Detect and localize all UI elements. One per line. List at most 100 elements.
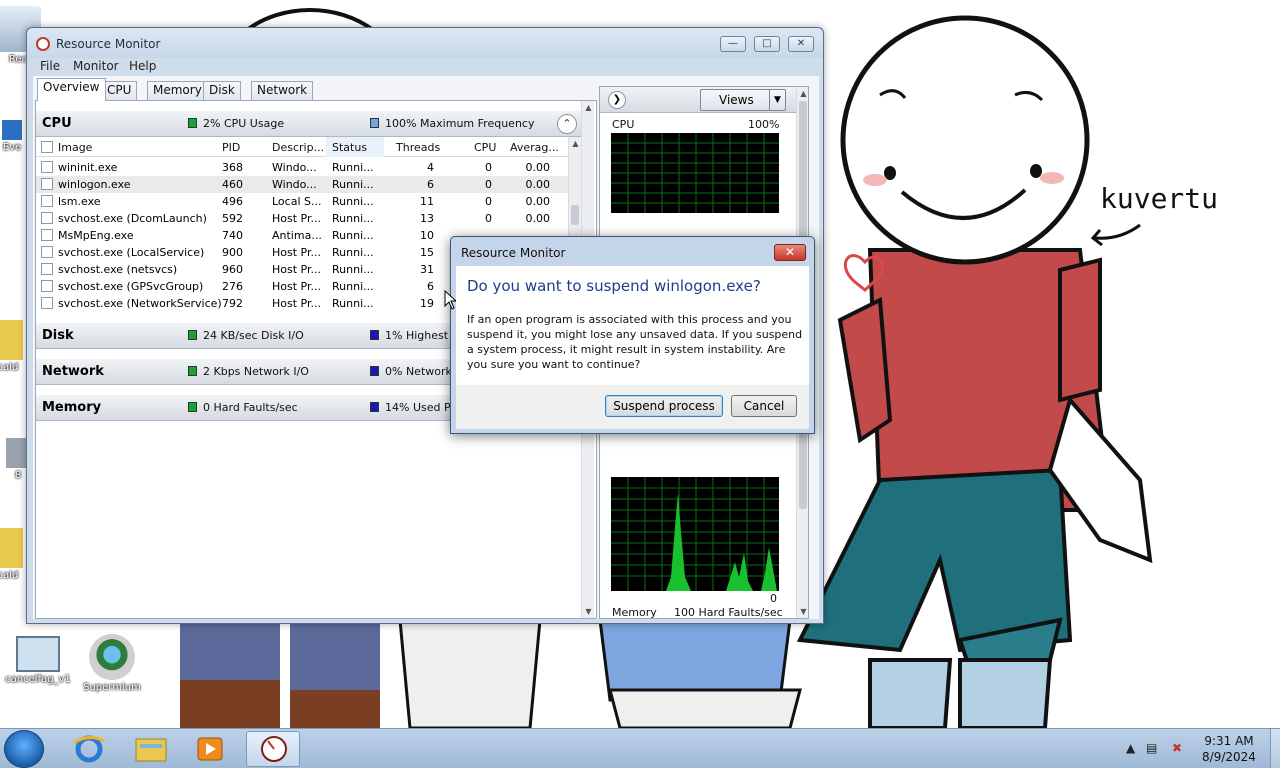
row-checkbox[interactable]	[41, 212, 53, 224]
start-button[interactable]	[4, 730, 44, 768]
cell-description: Host Pr...	[272, 297, 321, 310]
green-indicator-icon	[188, 402, 197, 412]
row-checkbox[interactable]	[41, 297, 53, 309]
clock-date[interactable]: 8/9/2024	[1194, 750, 1264, 764]
taskbar-file-explorer[interactable]	[124, 731, 178, 767]
collapse-graphs-button[interactable]: ❯	[608, 91, 626, 109]
suspend-process-button[interactable]: Suspend process	[605, 395, 723, 417]
cancel-button[interactable]: Cancel	[731, 395, 797, 417]
row-checkbox[interactable]	[41, 178, 53, 190]
cell-pid: 276	[222, 280, 243, 293]
network-status-icon[interactable]: ▤	[1146, 741, 1157, 755]
memory-used-text: 14% Used Ph	[385, 401, 458, 414]
table-row[interactable]: lsm.exe 496 Local S... Runni... 11 0 0.00	[36, 193, 569, 210]
taskbar-internet-explorer[interactable]	[62, 731, 116, 767]
shortcut-icon	[2, 120, 22, 140]
taskbar-media-player[interactable]	[184, 731, 238, 767]
disk-io-stat: 24 KB/sec Disk I/O	[188, 329, 304, 342]
cell-threads: 31	[420, 263, 434, 276]
scroll-up-arrow-icon[interactable]: ▲	[582, 101, 595, 114]
disk-active-stat: 1% Highest A	[370, 329, 459, 342]
desktop-icon-supermium[interactable]: Supermium	[74, 634, 150, 693]
scroll-down-arrow-icon[interactable]: ▼	[582, 605, 595, 618]
cell-threads: 19	[420, 297, 434, 310]
show-hidden-icons-icon[interactable]: ▲	[1126, 741, 1135, 755]
cell-image: wininit.exe	[58, 161, 118, 174]
disk-section-title: Disk	[42, 328, 74, 343]
column-description[interactable]: Descrip...	[272, 141, 324, 154]
scroll-down-arrow-icon[interactable]: ▼	[797, 605, 808, 618]
tab-bar: Overview CPU Memory Disk Network	[35, 78, 595, 101]
menu-help[interactable]: Help	[129, 59, 156, 73]
row-checkbox[interactable]	[41, 263, 53, 275]
close-button[interactable]: ✕	[788, 36, 814, 52]
column-threads[interactable]: Threads	[396, 141, 440, 154]
clock-time[interactable]: 9:31 AM	[1194, 734, 1264, 748]
memory-graph-label: Memory	[612, 606, 657, 619]
media-player-icon	[197, 737, 223, 761]
dialog-close-button[interactable]: ✕	[774, 244, 806, 261]
internet-explorer-icon	[73, 735, 105, 763]
show-desktop-button[interactable]	[1270, 729, 1280, 768]
tab-network[interactable]: Network	[251, 81, 314, 100]
table-row[interactable]: svchost.exe (DcomLaunch) 592 Host Pr... Run…	[36, 210, 569, 227]
cell-cpu: 0	[485, 161, 492, 174]
desktop-icon-label: cald	[0, 570, 19, 581]
column-status[interactable]: Status	[326, 137, 384, 157]
desktop-icon-label: 8	[14, 470, 22, 481]
scroll-thumb[interactable]	[571, 205, 579, 225]
cell-pid: 792	[222, 297, 243, 310]
scroll-up-arrow-icon[interactable]: ▲	[797, 87, 808, 100]
cell-description: Antima...	[272, 229, 322, 242]
tab-disk[interactable]: Disk	[203, 81, 241, 100]
cell-threads: 15	[420, 246, 434, 259]
table-row[interactable]: winlogon.exe 460 Windo... Runni... 6 0 0.00	[36, 176, 569, 193]
row-checkbox[interactable]	[41, 280, 53, 292]
table-row[interactable]: wininit.exe 368 Windo... Runni... 4 0 0.00	[36, 159, 569, 176]
cell-status: Runni...	[332, 229, 374, 242]
column-pid[interactable]: PID	[222, 141, 240, 154]
menu-file[interactable]: File	[40, 59, 60, 73]
tab-overview[interactable]: Overview	[37, 78, 106, 101]
row-checkbox[interactable]	[41, 246, 53, 258]
views-dropdown[interactable]: Views ▼	[700, 89, 786, 111]
views-label: Views	[719, 93, 754, 107]
cell-threads: 6	[427, 280, 434, 293]
row-checkbox[interactable]	[41, 161, 53, 173]
cell-average: 0.00	[525, 212, 551, 225]
column-cpu[interactable]: CPU	[474, 141, 496, 154]
cell-average: 0.00	[525, 161, 551, 174]
memory-faults-stat: 0 Hard Faults/sec	[188, 401, 298, 414]
graph-pane-header: ❯ Views ▼	[600, 87, 796, 113]
disk-io-text: 24 KB/sec Disk I/O	[203, 329, 304, 342]
maximize-button[interactable]: □	[754, 36, 780, 52]
column-image[interactable]: Image	[58, 141, 92, 154]
cell-description: Host Pr...	[272, 212, 321, 225]
cell-status: Runni...	[332, 212, 374, 225]
column-average[interactable]: Averag...	[510, 141, 559, 154]
row-checkbox[interactable]	[41, 229, 53, 241]
tab-cpu[interactable]: CPU	[101, 81, 138, 100]
disk-active-text: 1% Highest A	[385, 329, 460, 342]
memory-used-stat: 14% Used Ph	[370, 401, 458, 414]
cell-status: Runni...	[332, 195, 374, 208]
minimize-button[interactable]: —	[720, 36, 746, 52]
blue-indicator-icon	[370, 330, 379, 340]
tab-memory[interactable]: Memory	[147, 81, 208, 100]
cell-pid: 460	[222, 178, 243, 191]
row-checkbox[interactable]	[41, 195, 53, 207]
network-graph-min: 0	[770, 592, 777, 605]
cell-description: Host Pr...	[272, 280, 321, 293]
menu-monitor[interactable]: Monitor	[73, 59, 119, 73]
screenshot-file-icon	[16, 636, 60, 672]
taskbar-resource-monitor[interactable]	[246, 731, 300, 767]
cpu-graph-max: 100%	[748, 118, 780, 131]
volume-muted-icon[interactable]: ✖	[1172, 741, 1182, 755]
taskbar: ▲ ▤ ✖ 9:31 AM 8/9/2024	[0, 728, 1280, 768]
cell-image: svchost.exe (GPSvcGroup)	[58, 280, 204, 293]
desktop-icon-cancelfag[interactable]: cancelfag_v1	[0, 636, 76, 685]
cpu-graph-label: CPU	[612, 118, 635, 131]
select-all-checkbox[interactable]	[41, 141, 53, 153]
window-titlebar[interactable]: Resource Monitor — □ ✕	[27, 28, 823, 58]
cell-pid: 592	[222, 212, 243, 225]
